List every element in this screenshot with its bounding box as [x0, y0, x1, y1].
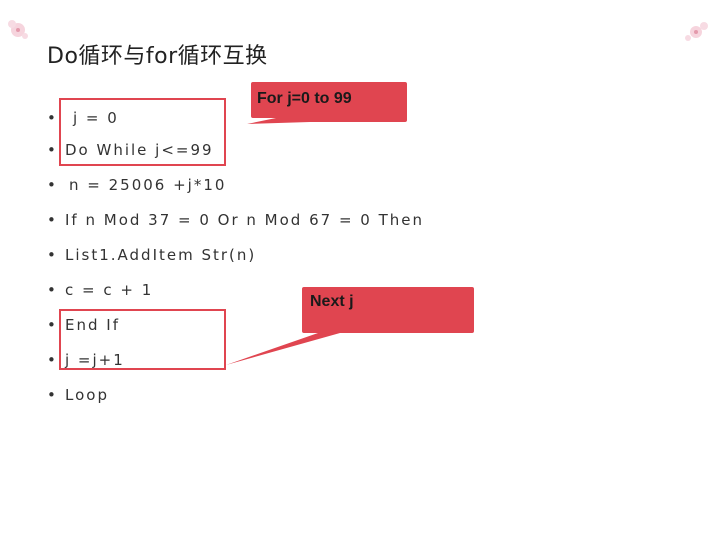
callout-shape-next — [226, 287, 474, 365]
callout-next: Next j — [310, 293, 354, 310]
